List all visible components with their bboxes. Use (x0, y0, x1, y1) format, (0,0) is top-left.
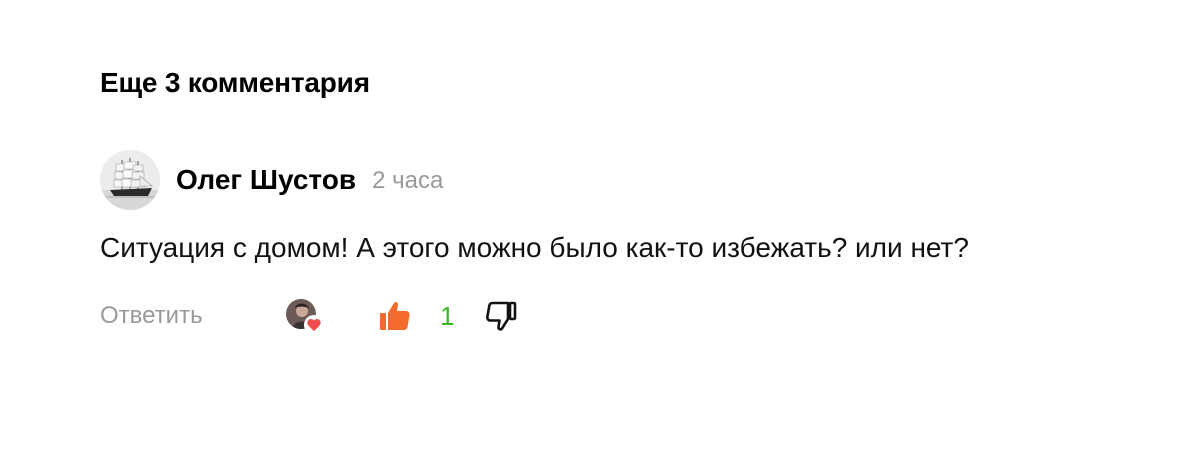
sailing-ship-icon (100, 150, 160, 210)
comment-time: 2 часа (372, 167, 444, 194)
thumbs-down-icon (486, 301, 517, 331)
heart-icon (304, 315, 324, 335)
dislike-button[interactable] (484, 299, 518, 333)
comments-section: Еще 3 комментария Олег Шустов 2 часа Сит… (0, 0, 1200, 450)
author-name[interactable]: Олег Шустов (176, 163, 356, 197)
author-avatar[interactable] (100, 150, 160, 210)
comment-text: Ситуация с домом! А этого можно было как… (100, 232, 969, 263)
comment-actions: Ответить 1 (100, 296, 1100, 336)
reactor-avatar[interactable] (286, 299, 324, 335)
comment-item: Олег Шустов 2 часа Ситуация с домом! А э… (100, 150, 1100, 336)
thumbs-up-icon (380, 302, 410, 330)
more-comments-heading[interactable]: Еще 3 комментария (100, 64, 370, 102)
like-button[interactable] (378, 299, 412, 333)
like-count: 1 (440, 301, 455, 331)
reply-button[interactable]: Ответить (100, 302, 286, 330)
comment-header: Олег Шустов 2 часа (100, 150, 1100, 210)
